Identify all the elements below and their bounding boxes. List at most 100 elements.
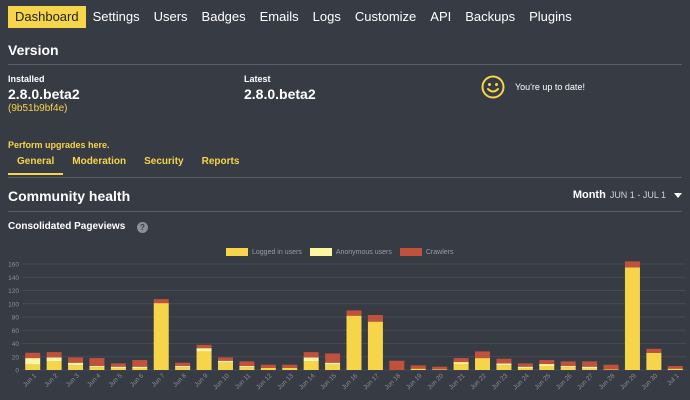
tab-general[interactable]: General (8, 152, 64, 175)
bar-anonymous-users[interactable] (517, 366, 533, 369)
bar-logged-in-users[interactable] (282, 368, 298, 370)
perform-upgrades-link[interactable]: Perform upgrades here. (8, 140, 110, 150)
bar-logged-in-users[interactable] (132, 368, 148, 370)
nav-item-backups[interactable]: Backups (458, 6, 522, 28)
bar-logged-in-users[interactable] (325, 364, 341, 370)
bar-crawlers[interactable] (432, 366, 448, 370)
bar-anonymous-users[interactable] (325, 362, 341, 365)
legend-entry[interactable]: Anonymous users (309, 248, 392, 256)
question-icon[interactable]: ? (137, 222, 148, 233)
bar-crawlers[interactable] (25, 352, 41, 359)
bar-logged-in-users[interactable] (175, 367, 191, 370)
bar-logged-in-users[interactable] (539, 366, 555, 370)
bar-crawlers[interactable] (539, 360, 555, 365)
bar-crawlers[interactable] (624, 261, 640, 268)
bar-crawlers[interactable] (496, 358, 512, 364)
nav-item-plugins[interactable]: Plugins (522, 6, 579, 28)
bar-logged-in-users[interactable] (667, 368, 683, 370)
bar-logged-in-users[interactable] (582, 368, 598, 370)
nav-item-emails[interactable]: Emails (253, 6, 306, 28)
bar-anonymous-users[interactable] (25, 358, 41, 365)
bar-logged-in-users[interactable] (239, 367, 255, 370)
bar-logged-in-users[interactable] (89, 367, 105, 370)
bar-logged-in-users[interactable] (68, 365, 84, 370)
nav-item-dashboard[interactable]: Dashboard (8, 6, 86, 28)
bar-anonymous-users[interactable] (582, 366, 598, 369)
tab-moderation[interactable]: Moderation (63, 152, 135, 175)
bar-crawlers[interactable] (110, 363, 126, 367)
bar-logged-in-users[interactable] (432, 369, 448, 370)
bar-logged-in-users[interactable] (303, 361, 319, 370)
bar-logged-in-users[interactable] (110, 368, 126, 370)
bar-anonymous-users[interactable] (539, 364, 555, 367)
bar-logged-in-users[interactable] (346, 315, 362, 370)
bar-crawlers[interactable] (217, 357, 233, 361)
bar-logged-in-users[interactable] (46, 361, 62, 370)
legend-entry[interactable]: Crawlers (399, 248, 453, 256)
bar-logged-in-users[interactable] (646, 352, 662, 370)
nav-item-api[interactable]: API (423, 6, 458, 28)
bar-anonymous-users[interactable] (239, 366, 255, 368)
bar-anonymous-users[interactable] (453, 362, 469, 365)
x-tick-label: Jun 22 (469, 372, 488, 391)
bar-logged-in-users[interactable] (410, 368, 426, 370)
bar-crawlers[interactable] (603, 364, 619, 370)
bar-crawlers[interactable] (175, 362, 191, 367)
bar-crawlers[interactable] (453, 358, 469, 363)
bar-anonymous-users[interactable] (132, 366, 148, 369)
bar-logged-in-users[interactable] (624, 267, 640, 370)
tab-reports[interactable]: Reports (193, 152, 249, 175)
bar-logged-in-users[interactable] (475, 358, 491, 370)
bar-crawlers[interactable] (346, 310, 362, 316)
bar-logged-in-users[interactable] (260, 368, 276, 370)
bar-crawlers[interactable] (303, 352, 319, 358)
bar-crawlers[interactable] (560, 361, 576, 367)
bar-logged-in-users[interactable] (496, 365, 512, 370)
nav-item-customize[interactable]: Customize (348, 6, 423, 28)
nav-item-users[interactable]: Users (147, 6, 195, 28)
bar-crawlers[interactable] (389, 360, 405, 370)
bar-crawlers[interactable] (132, 360, 148, 367)
bar-crawlers[interactable] (46, 352, 62, 358)
bar-anonymous-users[interactable] (68, 362, 84, 366)
bar-logged-in-users[interactable] (217, 362, 233, 370)
bar-anonymous-users[interactable] (46, 357, 62, 362)
bar-crawlers[interactable] (282, 364, 298, 369)
bar-logged-in-users[interactable] (517, 368, 533, 370)
bar-logged-in-users[interactable] (560, 367, 576, 370)
bar-crawlers[interactable] (239, 361, 255, 367)
bar-crawlers[interactable] (517, 363, 533, 367)
bar-anonymous-users[interactable] (217, 360, 233, 363)
tab-security[interactable]: Security (135, 152, 192, 175)
bar-crawlers[interactable] (582, 361, 598, 367)
bar-crawlers[interactable] (153, 299, 169, 304)
bar-logged-in-users[interactable] (153, 303, 169, 370)
bar-logged-in-users[interactable] (453, 364, 469, 370)
bar-anonymous-users[interactable] (196, 348, 212, 352)
bar-anonymous-users[interactable] (110, 366, 126, 369)
bar-crawlers[interactable] (667, 366, 683, 369)
nav-item-logs[interactable]: Logs (306, 6, 348, 28)
bar-crawlers[interactable] (89, 358, 105, 367)
bar-logged-in-users[interactable] (367, 321, 383, 370)
bar-anonymous-users[interactable] (496, 363, 512, 366)
bar-crawlers[interactable] (196, 344, 212, 349)
bar-crawlers[interactable] (410, 365, 426, 369)
bar-crawlers[interactable] (325, 353, 341, 363)
bar-logged-in-users[interactable] (196, 351, 212, 370)
nav-item-badges[interactable]: Badges (195, 6, 253, 28)
bar-crawlers[interactable] (646, 348, 662, 353)
bar-anonymous-users[interactable] (560, 366, 576, 368)
period-selector[interactable]: Month JUN 1 - JUL 1 (573, 189, 682, 201)
bar-logged-in-users[interactable] (603, 369, 619, 370)
bar-crawlers[interactable] (68, 357, 84, 363)
bar-crawlers[interactable] (475, 351, 491, 359)
bar-crawlers[interactable] (367, 315, 383, 322)
nav-item-settings[interactable]: Settings (86, 6, 147, 28)
legend-entry[interactable]: Logged in users (226, 248, 302, 256)
bar-anonymous-users[interactable] (175, 366, 191, 368)
bar-anonymous-users[interactable] (303, 357, 319, 362)
bar-anonymous-users[interactable] (89, 366, 105, 368)
bar-crawlers[interactable] (260, 364, 276, 369)
bar-logged-in-users[interactable] (25, 364, 41, 370)
